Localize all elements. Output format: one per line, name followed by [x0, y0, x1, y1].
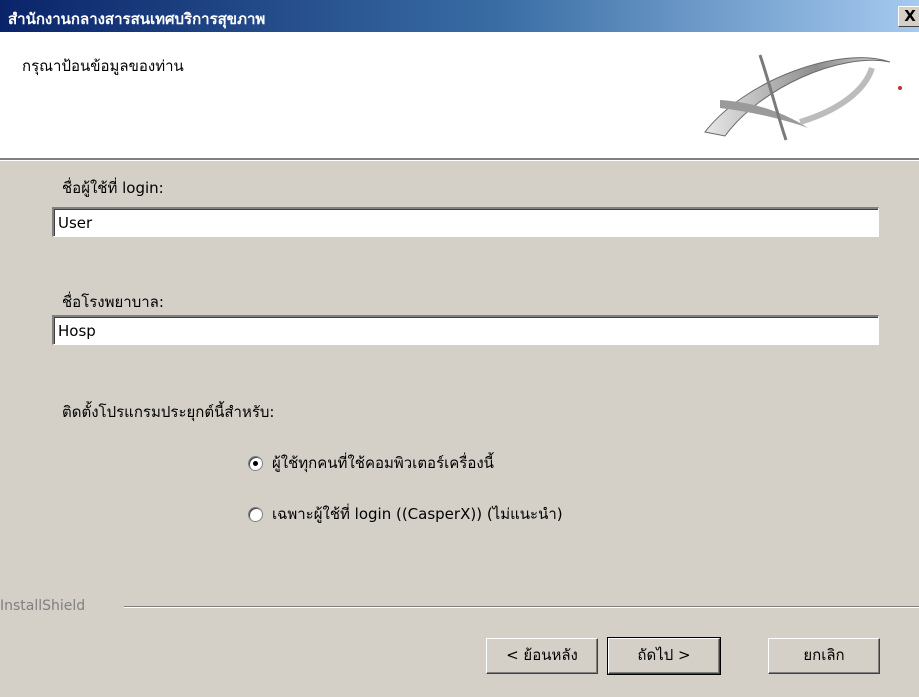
- radio-button-icon[interactable]: [248, 506, 263, 522]
- radio-current-user-label: เฉพาะผู้ใช้ที่ login ((CasperX)) (ไม่แนะ…: [272, 505, 563, 523]
- close-button[interactable]: X: [898, 6, 919, 27]
- window-title: สำนักงานกลางสารสนเทศบริการสุขภาพ: [8, 10, 266, 28]
- radio-current-user[interactable]: เฉพาะผู้ใช้ที่ login ((CasperX)) (ไม่แนะ…: [248, 502, 563, 526]
- footer-separator: [124, 606, 919, 608]
- radio-selected-dot: [253, 460, 258, 466]
- radio-all-users-label: ผู้ใช้ทุกคนที่ใช้คอมพิวเตอร์เครื่องนี้: [272, 454, 494, 472]
- username-field[interactable]: [52, 207, 879, 237]
- cancel-button[interactable]: ยกเลิก: [768, 638, 880, 674]
- header-instruction: กรุณาป้อนข้อมูลของท่าน: [22, 57, 184, 75]
- installshield-swoosh-icon: [704, 54, 902, 141]
- next-button[interactable]: ถัดไป >: [607, 637, 721, 675]
- installshield-brand: InstallShield: [0, 598, 86, 614]
- title-bar[interactable]: สำนักงานกลางสารสนเทศบริการสุขภาพ: [0, 0, 919, 32]
- radio-all-users[interactable]: ผู้ใช้ทุกคนที่ใช้คอมพิวเตอร์เครื่องนี้: [248, 451, 494, 475]
- install-for-label: ติดตั้งโปรแกรมประยุกต์นี้สำหรับ:: [62, 403, 275, 421]
- back-button[interactable]: < ย้อนหลัง: [486, 638, 598, 674]
- radio-button-icon[interactable]: [248, 455, 263, 471]
- header-separator: [0, 158, 919, 161]
- hospital-field[interactable]: [52, 315, 879, 345]
- username-label: ชื่อผู้ใช้ที่ login:: [62, 179, 164, 197]
- hospital-label: ชื่อโรงพยาบาล:: [62, 293, 164, 311]
